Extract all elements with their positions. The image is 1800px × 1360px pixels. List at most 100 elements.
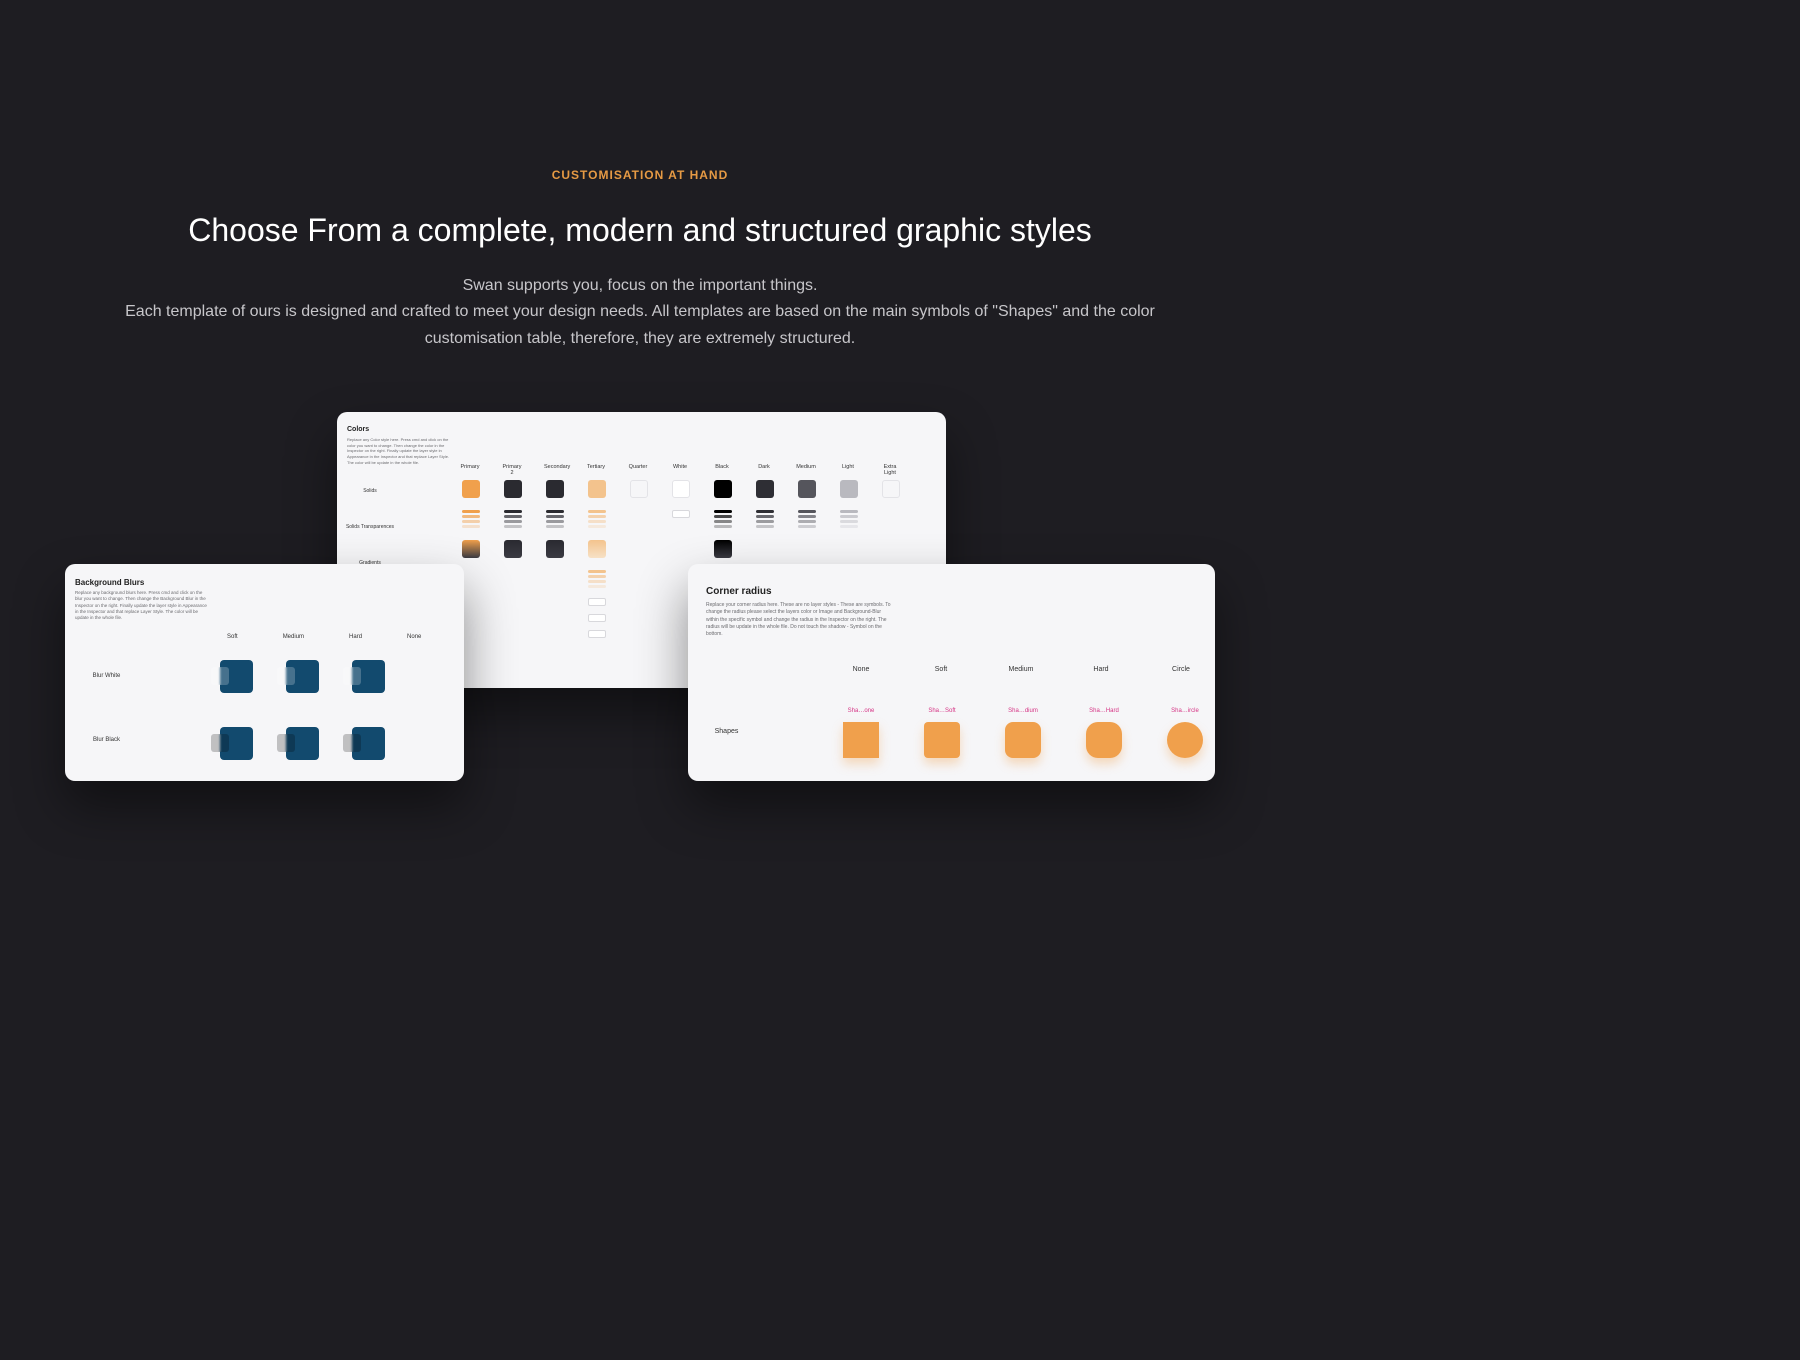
colors-col-medium: Medium [796,464,816,476]
field-color-field-row-2-2[interactable] [546,614,564,622]
blur-tile-row-black [220,727,385,760]
swatch-grad-light[interactable] [840,540,858,558]
corner-shape-label: Sha…Soft [918,708,966,714]
swatch-grad-primary[interactable] [462,540,480,558]
field-color-field-row-2-0[interactable] [462,614,480,622]
field-color-field-row-2-4[interactable] [630,614,648,622]
colors-col-secondary: Secondary [544,464,564,476]
swatch-grad-secondary[interactable] [546,540,564,558]
field-color-field-row-3-3[interactable] [588,630,606,638]
swatch-grad-primary-2[interactable] [504,540,522,558]
field-color-field-row-1-3[interactable] [588,598,606,606]
corner-shape-shasoft[interactable]: Sha…Soft [918,708,966,758]
swatch-grad-medium[interactable] [798,540,816,558]
colors-panel-desc: Replace any Color style here. Press cmd … [347,437,452,465]
field-color-field-row-1-2[interactable] [546,598,564,606]
swatch-quarter[interactable] [630,480,648,498]
swatch-primary-2[interactable] [504,480,522,498]
corner-shape-swatch [924,722,960,758]
corner-shape-shaircle[interactable]: Sha…ircle [1161,708,1209,758]
corner-row-label: Shapes [704,728,749,735]
swatch-transp-primary-2[interactable] [504,510,522,528]
colors-row-solids-transparences: Solids Transparences [344,524,396,534]
blur-tile-white-1[interactable] [286,660,319,693]
swatch-transp-tertiary[interactable] [588,510,606,528]
field-color-field-row-1-0[interactable] [462,598,480,606]
corner-shape-swatch [1005,722,1041,758]
subhead-line-2: Each template of ours is designed and cr… [125,303,1155,346]
swatch-extra-primary[interactable] [462,570,480,588]
blur-tile-white-0[interactable] [220,660,253,693]
swatch-transp-medium[interactable] [798,510,816,528]
swatch-primary[interactable] [462,480,480,498]
swatch-extra-primary-2[interactable] [504,570,522,588]
eyebrow-text: CUSTOMISATION AT HAND [0,168,1280,182]
field-color-field-row-3-2[interactable] [546,630,564,638]
swatch-grad-dark[interactable] [756,540,774,558]
blurs-row-headers: Blur WhiteBlur Black [75,673,138,743]
field-color-field-row-1-1[interactable] [504,598,522,606]
colors-col-light: Light [838,464,858,476]
corner-shape-shaone[interactable]: Sha…one [837,708,885,758]
swatch-transp-extra-light[interactable] [882,510,900,528]
swatch-transp-secondary[interactable] [546,510,564,528]
corner-col-circle: Circle [1167,666,1195,673]
colors-column-headers: PrimaryPrimary 2SecondaryTertiaryQuarter… [460,464,946,476]
corner-panel-title: Corner radius [706,586,891,597]
corner-panel-desc: Replace your corner radius here. These a… [706,602,891,638]
subhead-line-1: Swan supports you, focus on the importan… [463,277,818,294]
blurs-col-none: None [407,634,421,640]
colors-col-quarter: Quarter [628,464,648,476]
swatch-transp-quarter[interactable] [630,510,648,528]
colors-col-primary: Primary [460,464,480,476]
blurs-col-medium: Medium [283,634,304,640]
swatch-grad-tertiary[interactable] [588,540,606,558]
swatch-medium[interactable] [798,480,816,498]
colors-row-headers: SolidsSolids TransparencesGradients [344,488,396,570]
colors-col-tertiary: Tertiary [586,464,606,476]
colors-col-black: Black [712,464,732,476]
swatch-white[interactable] [672,480,690,498]
swatch-transp-black[interactable] [714,510,732,528]
swatch-tertiary[interactable] [588,480,606,498]
blur-tile-black-0[interactable] [220,727,253,760]
swatch-transp-white[interactable] [672,510,690,528]
swatch-grad-white[interactable] [672,540,690,558]
blur-tile-white-2[interactable] [352,660,385,693]
corner-radius-panel: Corner radius Replace your corner radius… [688,564,1215,781]
field-color-field-row-2-3[interactable] [588,614,606,622]
swatch-grad-extra-light[interactable] [882,540,900,558]
swatch-transp-light[interactable] [840,510,858,528]
blur-tile-black-2[interactable] [352,727,385,760]
corner-shape-swatch [843,722,879,758]
corner-col-none: None [847,666,875,673]
page-subhead: Swan supports you, focus on the importan… [75,273,1205,352]
swatch-transp-primary[interactable] [462,510,480,528]
swatch-secondary[interactable] [546,480,564,498]
swatch-extra-light[interactable] [882,480,900,498]
corner-shape-shahard[interactable]: Sha…Hard [1080,708,1128,758]
blur-tile-black-1[interactable] [286,727,319,760]
swatch-black[interactable] [714,480,732,498]
swatch-extra-secondary[interactable] [546,570,564,588]
color-swatch-row-gradients [462,540,946,558]
field-color-field-row-2-1[interactable] [504,614,522,622]
swatch-grad-quarter[interactable] [630,540,648,558]
blurs-panel-desc: Replace any background blurs here. Press… [75,590,210,621]
swatch-light[interactable] [840,480,858,498]
corner-shape-label: Sha…dium [999,708,1047,714]
color-swatch-row-transp [462,510,946,528]
field-color-field-row-3-4[interactable] [630,630,648,638]
swatch-dark[interactable] [756,480,774,498]
corner-shape-shadium[interactable]: Sha…dium [999,708,1047,758]
blur-tile-row-white [220,660,385,693]
swatch-transp-dark[interactable] [756,510,774,528]
swatch-extra-quarter[interactable] [630,570,648,588]
field-color-field-row-3-0[interactable] [462,630,480,638]
field-color-field-row-1-4[interactable] [630,598,648,606]
swatch-grad-black[interactable] [714,540,732,558]
colors-row-solids: Solids [344,488,396,498]
field-color-field-row-3-1[interactable] [504,630,522,638]
swatch-extra-tertiary[interactable] [588,570,606,588]
blurs-row-blur-black: Blur Black [75,737,138,743]
